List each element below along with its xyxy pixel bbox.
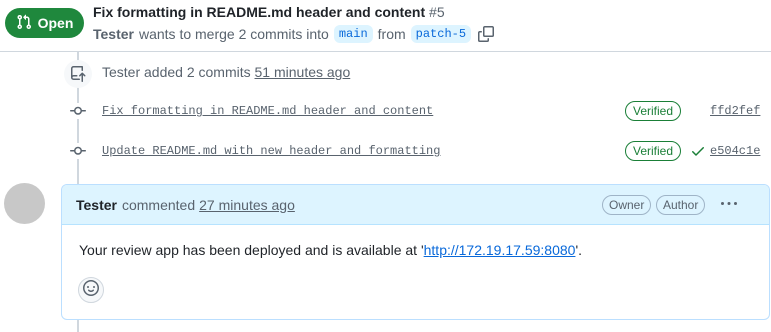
comment-header: Tester commented 27 minutes ago Owner Au… [62, 185, 769, 225]
pr-number: #5 [429, 4, 445, 20]
comment-verb: commented [121, 196, 196, 213]
comment-body: Your review app has been deployed and is… [79, 242, 582, 258]
commit-sha-link[interactable]: e504c1e [710, 144, 760, 158]
comment-box: Tester commented 27 minutes ago Owner Au… [61, 184, 770, 320]
pr-state-label: Open [37, 15, 74, 31]
copy-icon[interactable] [478, 26, 495, 42]
event-time-link[interactable]: 51 minutes ago [255, 64, 351, 80]
pr-subline: Tester wants to merge 2 commits into mai… [93, 25, 495, 43]
add-reaction-button[interactable] [78, 277, 104, 303]
repo-push-icon [64, 60, 92, 88]
smiley-icon [83, 279, 99, 301]
comment-time-link[interactable]: 27 minutes ago [199, 197, 295, 213]
deploy-link[interactable]: http://172.19.17.59:8080 [424, 242, 576, 258]
pr-header: Open Fix formatting in README.md header … [0, 0, 771, 52]
merge-text: wants to merge 2 commits into [138, 26, 329, 42]
git-commit-icon [70, 143, 86, 159]
comment-text-suffix: '. [575, 242, 582, 258]
head-branch[interactable]: patch-5 [410, 25, 472, 43]
commit-row: Fix formatting in README.md header and c… [64, 99, 771, 123]
git-pull-request-icon [16, 14, 32, 33]
avatar[interactable] [4, 183, 45, 224]
comment-author-link[interactable]: Tester [76, 197, 117, 213]
commit-message-link[interactable]: Fix formatting in README.md header and c… [102, 104, 433, 118]
author-badge: Author [656, 195, 706, 215]
pr-title-text: Fix formatting in README.md header and c… [93, 4, 426, 20]
commit-message-link[interactable]: Update README.md with new header and for… [102, 144, 440, 158]
pr-state-badge: Open [5, 8, 84, 38]
base-branch[interactable]: main [333, 25, 373, 43]
owner-badge: Owner [602, 195, 652, 215]
commits-added-event: Tester added 2 commits 51 minutes ago [102, 64, 350, 80]
commit-row: Update README.md with new header and for… [64, 139, 771, 163]
verified-badge[interactable]: Verified [625, 101, 682, 121]
pr-title: Fix formatting in README.md header and c… [93, 4, 445, 20]
pr-author-link[interactable]: Tester [93, 26, 134, 42]
verified-badge[interactable]: Verified [625, 141, 682, 161]
comment-text-prefix: Your review app has been deployed and is… [79, 242, 424, 258]
event-author[interactable]: Tester [102, 64, 140, 80]
commit-sha-link[interactable]: ffd2fef [710, 104, 760, 118]
git-commit-icon [70, 103, 86, 119]
check-icon[interactable] [690, 143, 706, 159]
event-action: added 2 commits [144, 64, 251, 80]
from-text: from [377, 26, 406, 42]
kebab-horizontal-icon[interactable] [718, 193, 740, 215]
